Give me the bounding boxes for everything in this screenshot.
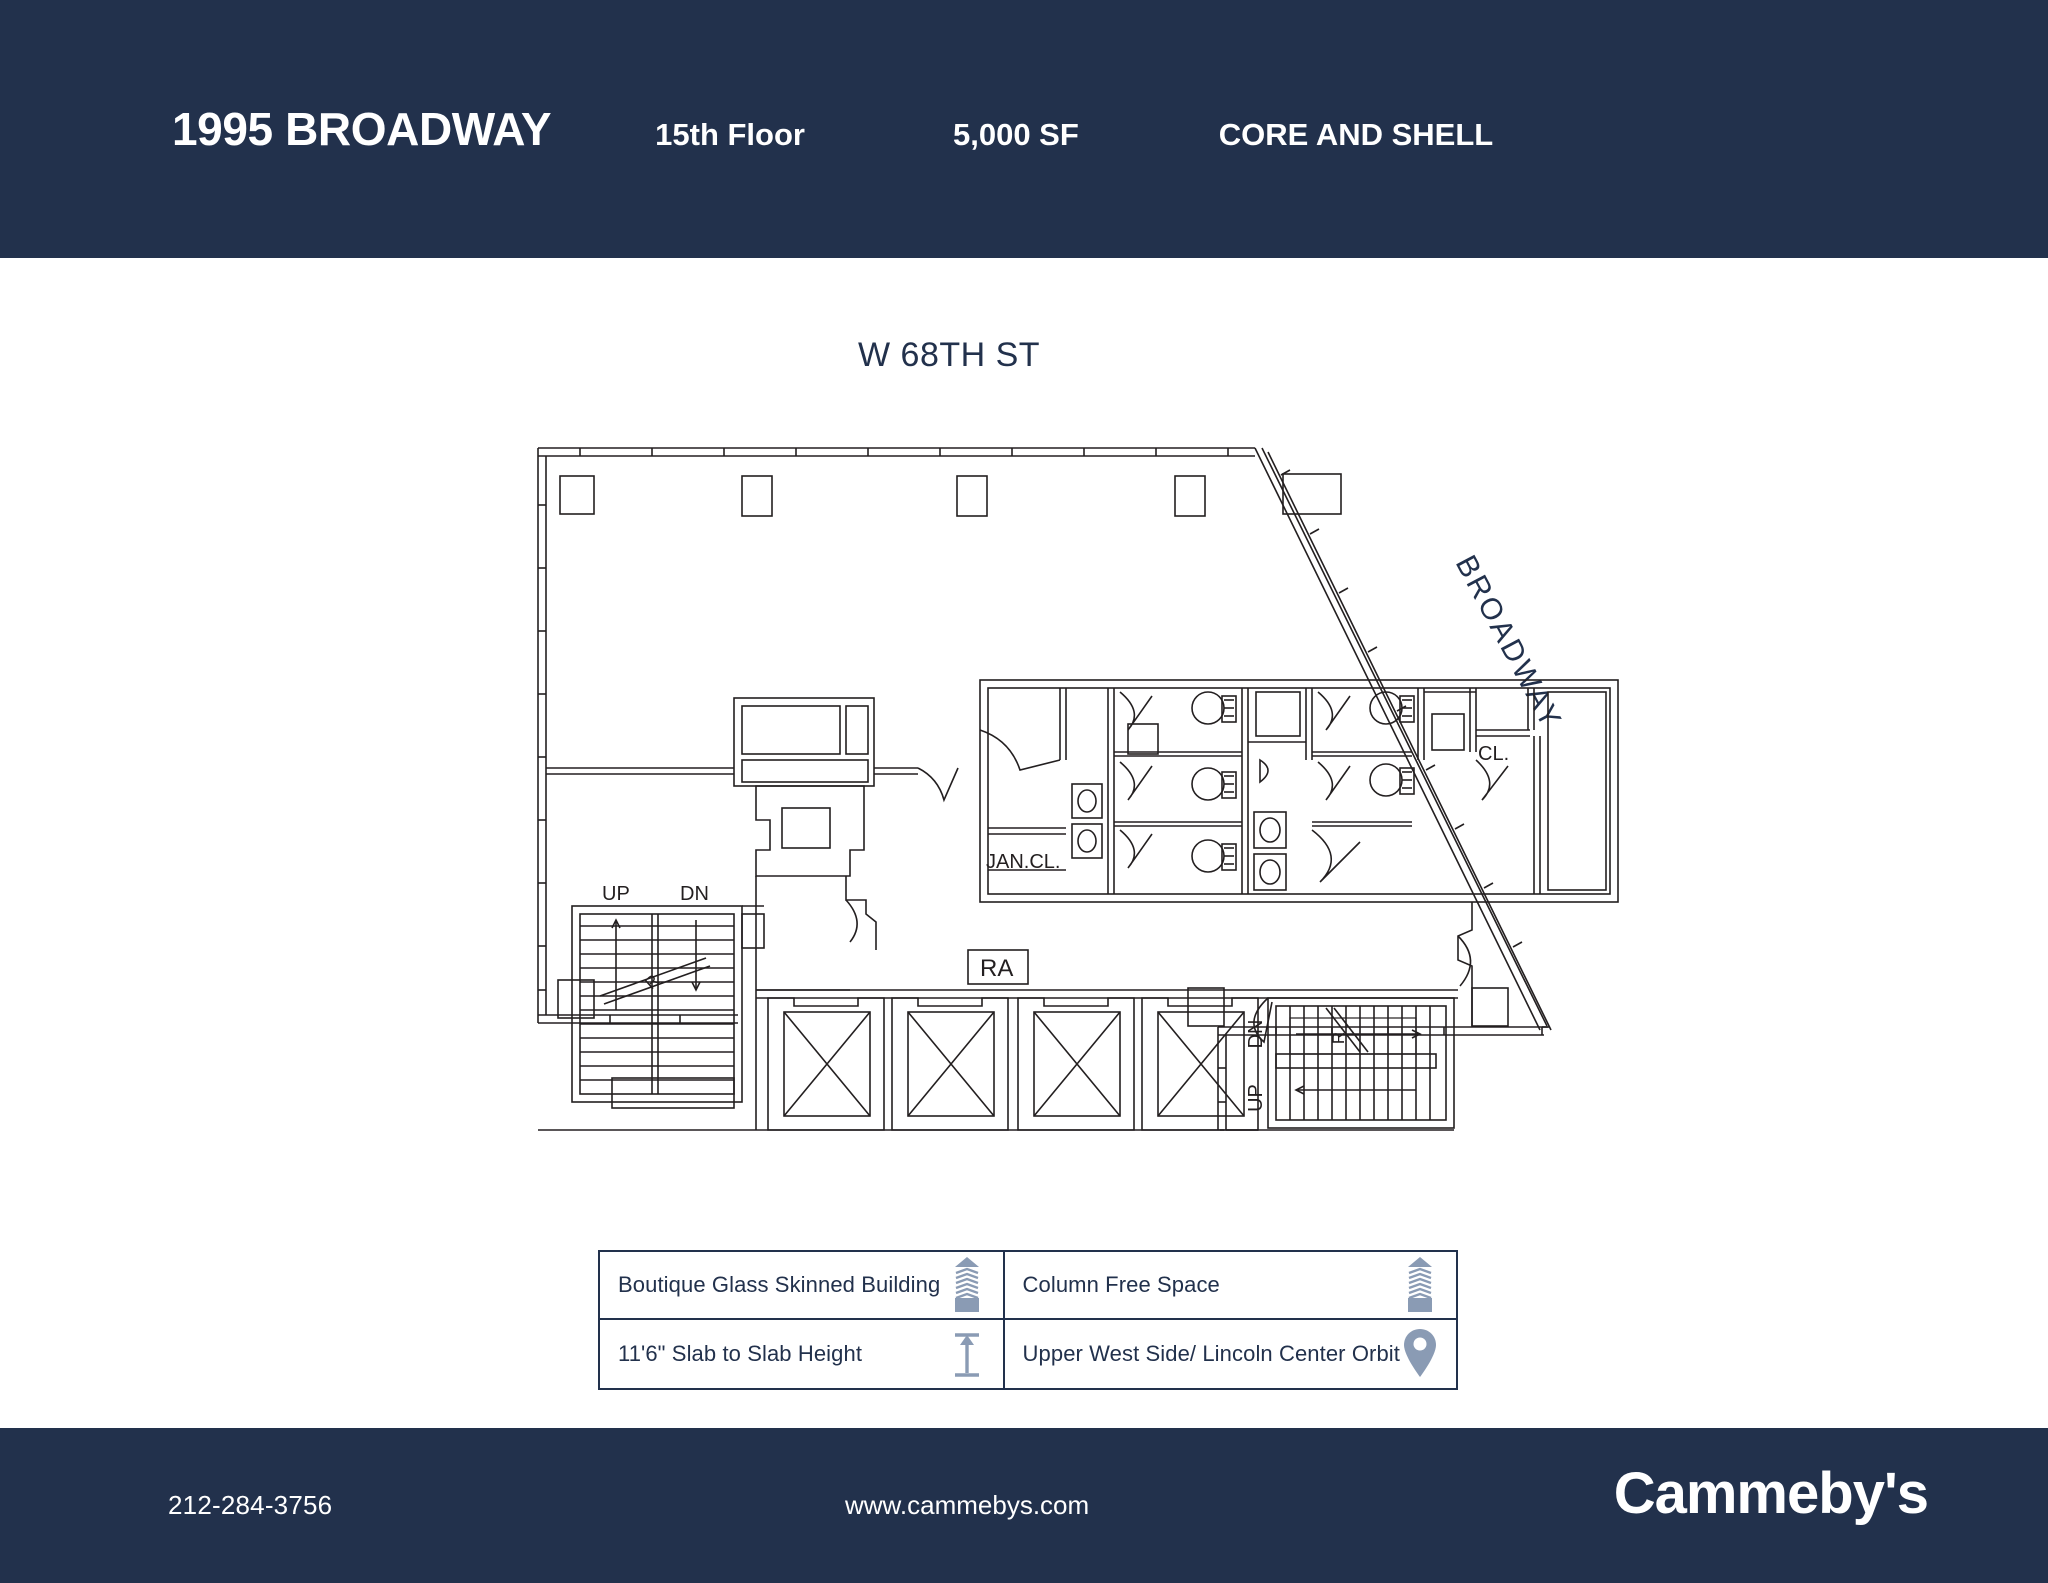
page-header: 1995 BROADWAY 15th Floor 5,000 SF CORE A… (0, 0, 2048, 258)
header-content: 1995 BROADWAY 15th Floor 5,000 SF CORE A… (0, 102, 1493, 156)
slab-height-arrow-icon (947, 1325, 987, 1383)
building-name: 1995 BROADWAY (172, 103, 552, 155)
label-west-up: UP (602, 883, 630, 905)
label-east-up: UP (1245, 1084, 1267, 1112)
legend-label-3: Upper West Side/ Lincoln Center Orbit (1022, 1341, 1400, 1366)
perimeter-wall-north (538, 447, 1255, 457)
legend-item-2: 11'6" Slab to Slab Height (600, 1320, 1005, 1388)
label-jan-cl: JAN.CL. (986, 851, 1060, 873)
building-icon (1400, 1256, 1440, 1314)
label-east-dn: DN (1245, 1020, 1267, 1049)
label-west-dn: DN (680, 883, 709, 905)
legend-label-1: Column Free Space (1022, 1272, 1220, 1297)
building-icon (947, 1256, 987, 1314)
street-label-w68th: W 68TH ST (858, 336, 1041, 374)
contact-phone[interactable]: 212-284-3756 (168, 1490, 332, 1521)
contact-website[interactable]: www.cammebys.com (845, 1490, 1089, 1521)
page-footer: 212-284-3756 www.cammebys.com Cammeby's (0, 1428, 2048, 1583)
label-east-riser: R (1329, 1032, 1348, 1044)
perimeter-wall-broadway-diagonal (1254, 447, 1552, 1031)
floorplan-drawing: JAN.CL. CL. RA UP DN DN UP R R (520, 430, 1650, 1150)
condition-label: CORE AND SHELL (1218, 117, 1494, 152)
core-corridor (756, 902, 1473, 1026)
floor-label: 15th Floor (655, 117, 805, 152)
east-stairwell (1253, 997, 1455, 1129)
legend-table: Boutique Glass Skinned Building Column F… (598, 1250, 1458, 1390)
company-logo: Cammeby's (1613, 1461, 1929, 1526)
perimeter-wall-west (537, 448, 547, 1023)
label-ra: RA (980, 955, 1013, 982)
floorplan-page: 1995 BROADWAY 15th Floor 5,000 SF CORE A… (0, 0, 2048, 1583)
legend-item-1: Column Free Space (1004, 1252, 1456, 1320)
location-pin-icon (1400, 1325, 1440, 1383)
elevator-bank (756, 989, 1458, 1131)
area-label: 5,000 SF (952, 117, 1079, 152)
legend-item-3: Upper West Side/ Lincoln Center Orbit (1005, 1320, 1456, 1388)
legend-item-0: Boutique Glass Skinned Building (600, 1252, 1005, 1320)
perimeter-wall-southwest (538, 1014, 738, 1024)
restroom-block (979, 679, 1619, 903)
label-cl: CL. (1478, 743, 1509, 765)
west-stairwell (571, 905, 765, 1109)
structural-columns (557, 473, 1509, 1027)
legend-label-0: Boutique Glass Skinned Building (618, 1272, 941, 1297)
legend-label-2: 11'6" Slab to Slab Height (618, 1341, 863, 1366)
toilet-fixtures-left (1191, 691, 1237, 873)
